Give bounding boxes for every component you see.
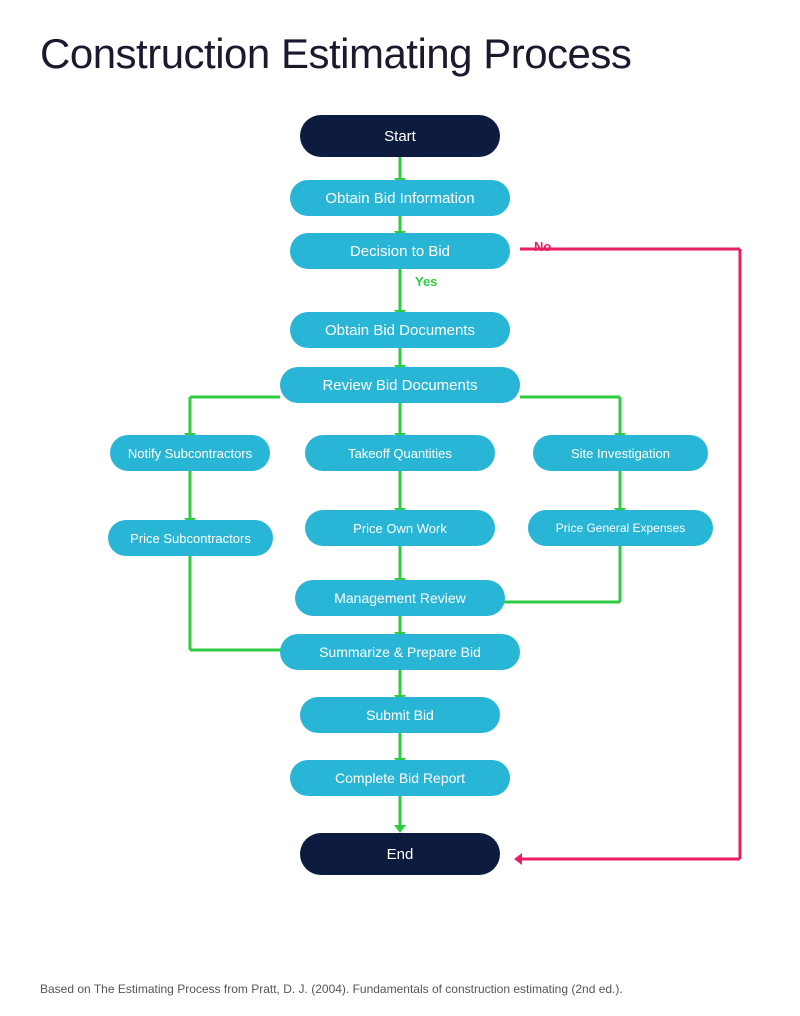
yes-label: Yes	[415, 274, 437, 289]
management-review-node: Management Review	[295, 580, 505, 616]
site-investigation-node: Site Investigation	[533, 435, 708, 471]
end-node: End	[300, 833, 500, 875]
no-label: No	[534, 239, 551, 254]
notify-subcontractors-node: Notify Subcontractors	[110, 435, 270, 471]
review-bid-docs-node: Review Bid Documents	[280, 367, 520, 403]
price-subcontractors-node: Price Subcontractors	[108, 520, 273, 556]
page-title: Construction Estimating Process	[40, 30, 760, 78]
price-general-expenses-node: Price General Expenses	[528, 510, 713, 546]
footer-citation: Based on The Estimating Process from Pra…	[40, 982, 760, 996]
price-own-work-node: Price Own Work	[305, 510, 495, 546]
summarize-prepare-bid-node: Summarize & Prepare Bid	[280, 634, 520, 670]
submit-bid-node: Submit Bid	[300, 697, 500, 733]
obtain-bid-docs-node: Obtain Bid Documents	[290, 312, 510, 348]
obtain-bid-info-node: Obtain Bid Information	[290, 180, 510, 216]
decision-to-bid-node: Decision to Bid	[290, 233, 510, 269]
complete-bid-report-node: Complete Bid Report	[290, 760, 510, 796]
takeoff-quantities-node: Takeoff Quantities	[305, 435, 495, 471]
start-node: Start	[300, 115, 500, 157]
